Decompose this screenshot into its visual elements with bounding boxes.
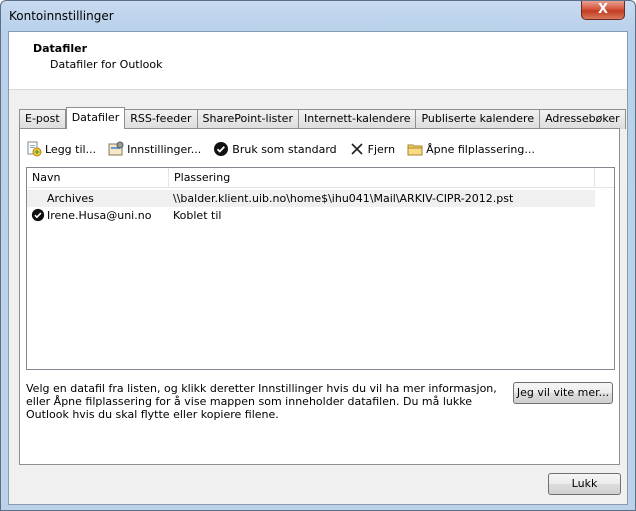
tab-internett-kalendere[interactable]: Internett-kalendere bbox=[298, 109, 417, 129]
list-row-archives[interactable]: Archives \\balder.klient.uib.no\home$\ih… bbox=[27, 190, 595, 207]
row-location: Koblet til bbox=[173, 209, 222, 222]
settings-icon bbox=[108, 141, 124, 157]
row-name: Archives bbox=[47, 192, 94, 205]
list-row-irene-husa[interactable]: Irene.Husa@uni.no Koblet til bbox=[27, 207, 595, 224]
tab-panel-datafiler: Legg til... Innstillinger... Bruk som st… bbox=[19, 128, 620, 465]
open-location-button-label: Åpne filplassering... bbox=[426, 142, 535, 156]
row-name: Irene.Husa@uni.no bbox=[47, 209, 152, 222]
open-location-button[interactable]: Åpne filplassering... bbox=[407, 139, 535, 159]
set-default-button-label: Bruk som standard bbox=[232, 142, 337, 156]
toolbar: Legg til... Innstillinger... Bruk som st… bbox=[26, 139, 547, 159]
default-checkmark-icon bbox=[31, 208, 45, 222]
remove-button-label: Fjern bbox=[367, 142, 396, 156]
settings-button[interactable]: Innstillinger... bbox=[108, 139, 201, 159]
add-button-label: Legg til... bbox=[45, 142, 97, 156]
tab-e-post[interactable]: E-post bbox=[19, 109, 66, 129]
help-text: Velg en datafil fra listen, og klikk der… bbox=[26, 382, 497, 421]
remove-button[interactable]: Fjern bbox=[349, 139, 395, 159]
title-bar[interactable]: Kontoinnstillinger X bbox=[1, 1, 635, 31]
header-title: Datafiler bbox=[33, 42, 88, 55]
tab-datafiler[interactable]: Datafiler bbox=[65, 107, 126, 129]
data-files-list[interactable]: Navn Plassering Archives \\balder.klient… bbox=[26, 167, 615, 370]
add-file-icon bbox=[26, 141, 42, 157]
set-default-button[interactable]: Bruk som standard bbox=[213, 139, 337, 159]
checkmark-icon bbox=[213, 141, 229, 157]
add-button[interactable]: Legg til... bbox=[26, 139, 96, 159]
row-location: \\balder.klient.uib.no\home$\ihu041\Mail… bbox=[173, 192, 514, 205]
tab-strip: E-post Datafiler RSS-feeder SharePoint-l… bbox=[19, 107, 626, 129]
dialog-client-area: Datafiler Datafiler for Outlook E-post D… bbox=[8, 31, 628, 505]
dialog-header: Datafiler Datafiler for Outlook bbox=[9, 32, 627, 90]
column-header-name[interactable]: Navn bbox=[27, 168, 169, 188]
dialog-window: Kontoinnstillinger X Datafiler Datafiler… bbox=[0, 0, 636, 511]
tab-sharepoint-lister[interactable]: SharePoint-lister bbox=[197, 109, 299, 129]
settings-button-label: Innstillinger... bbox=[127, 142, 202, 156]
window-title: Kontoinnstillinger bbox=[9, 9, 114, 23]
tab-adressebøker[interactable]: Adressebøker bbox=[540, 109, 626, 129]
tab-publiserte-kalendere[interactable]: Publiserte kalendere bbox=[416, 109, 541, 129]
tab-rss-feeder[interactable]: RSS-feeder bbox=[125, 109, 198, 129]
remove-x-icon bbox=[349, 141, 365, 157]
learn-more-button[interactable]: Jeg vil vite mer... bbox=[513, 382, 613, 404]
list-header: Navn Plassering bbox=[27, 168, 614, 188]
column-header-location[interactable]: Plassering bbox=[169, 168, 595, 188]
folder-icon bbox=[407, 141, 423, 157]
header-subtitle: Datafiler for Outlook bbox=[50, 58, 163, 71]
window-close-button[interactable]: X bbox=[581, 1, 625, 20]
close-button[interactable]: Lukk bbox=[548, 473, 621, 495]
